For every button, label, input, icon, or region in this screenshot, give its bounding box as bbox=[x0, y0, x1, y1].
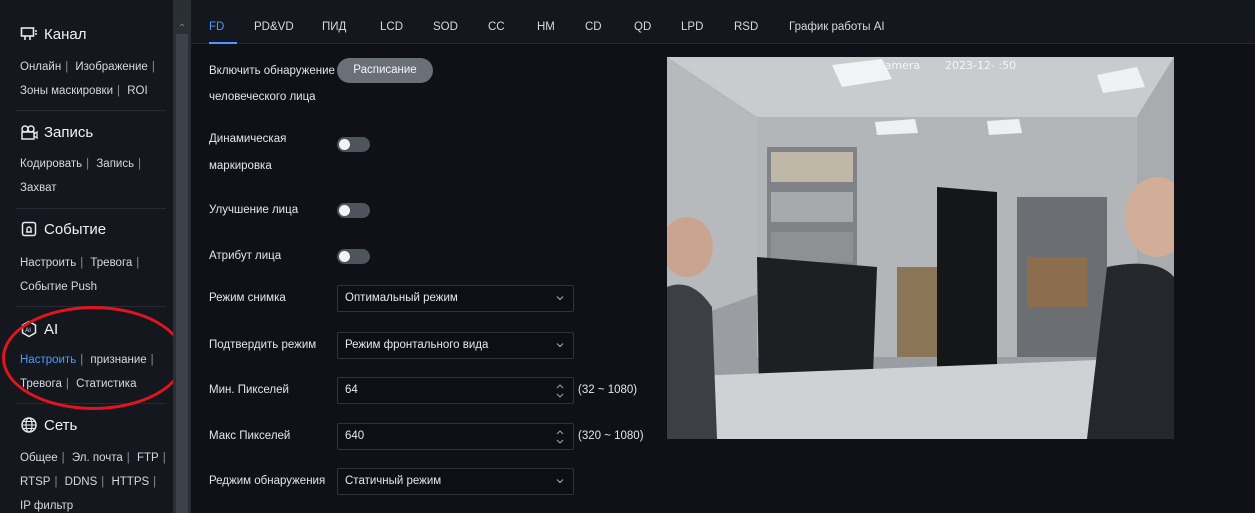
sidebar-link-online[interactable]: Онлайн bbox=[20, 61, 61, 73]
sidebar-link-ai-recognition[interactable]: признание bbox=[90, 354, 146, 366]
sidebar-link-capture[interactable]: Захват bbox=[20, 182, 56, 194]
spinner-icon[interactable] bbox=[556, 380, 564, 402]
min-pixels-label: Мин. Пикселей bbox=[209, 384, 289, 396]
channel-icon bbox=[20, 27, 37, 40]
sidebar-divider bbox=[16, 403, 166, 404]
sidebar-section-channel[interactable]: Канал bbox=[20, 25, 86, 43]
sidebar-section-event[interactable]: Событие bbox=[20, 220, 106, 238]
sidebar-divider bbox=[16, 306, 166, 307]
camera-scene bbox=[667, 57, 1174, 439]
tab-ai-schedule[interactable]: График работы AI bbox=[789, 21, 885, 33]
sidebar-link-email[interactable]: Эл. почта bbox=[72, 452, 123, 464]
sidebar-link-image[interactable]: Изображение bbox=[75, 61, 147, 73]
sidebar-link-event-push[interactable]: Событие Push bbox=[20, 281, 97, 293]
tab-sod[interactable]: SOD bbox=[433, 21, 458, 33]
max-pixels-label: Макс Пикселей bbox=[209, 430, 291, 442]
tab-pd-vd[interactable]: PD&VD bbox=[254, 21, 294, 33]
sidebar-link-ai-statistics[interactable]: Статистика bbox=[76, 378, 136, 390]
chevron-down-icon bbox=[556, 343, 564, 348]
enable-face-detection-label-1: Включить обнаружение bbox=[209, 65, 335, 77]
tab-qd[interactable]: QD bbox=[634, 21, 651, 33]
chevron-down-icon bbox=[556, 479, 564, 484]
sidebar-section-event-title: Событие bbox=[44, 220, 107, 238]
max-pixels-value: 640 bbox=[345, 430, 365, 442]
sidebar-network-links: Общее | Эл. почта | FTP | RTSP | DDNS | HTTPS… bbox=[20, 452, 166, 512]
tab-cc[interactable]: CC bbox=[488, 21, 505, 33]
sidebar-ai-links: Настроить | признание | Тревога | Статистик… bbox=[20, 354, 154, 390]
sidebar-link-https[interactable]: HTTPS bbox=[111, 476, 149, 488]
scroll-up-icon[interactable]: ⌃ bbox=[176, 24, 188, 34]
detect-mode-label: Реджим обнаружения bbox=[209, 475, 326, 487]
max-pixels-range: (320 ~ 1080) bbox=[578, 430, 644, 442]
dynamic-marking-label-1: Динамическая bbox=[209, 133, 287, 145]
sidebar-section-record[interactable]: Запись bbox=[20, 123, 93, 141]
enable-face-detection-label-2: человеческого лица bbox=[209, 91, 316, 103]
sidebar-section-network[interactable]: Сеть bbox=[20, 416, 77, 434]
sidebar-section-network-title: Сеть bbox=[44, 416, 78, 434]
tab-cd[interactable]: CD bbox=[585, 21, 602, 33]
sidebar-link-roi[interactable]: ROI bbox=[127, 85, 147, 97]
sidebar-link-privacy-zones[interactable]: Зоны маскировки bbox=[20, 85, 113, 97]
sidebar-link-general[interactable]: Общее bbox=[20, 452, 58, 464]
face-attribute-label: Атрибут лица bbox=[209, 250, 282, 262]
sidebar-link-rtsp[interactable]: RTSP bbox=[20, 476, 50, 488]
face-enhance-toggle[interactable] bbox=[337, 203, 370, 218]
dynamic-marking-label-2: маркировка bbox=[209, 160, 272, 172]
sidebar-channel-links: Онлайн | Изображение | Зоны маскировки | RO… bbox=[20, 61, 155, 97]
scroll-thumb[interactable] bbox=[176, 34, 188, 513]
sidebar-link-ftp[interactable]: FTP bbox=[137, 452, 159, 464]
snap-mode-label: Режим снимка bbox=[209, 292, 286, 304]
max-pixels-input[interactable]: 640 bbox=[337, 423, 574, 450]
sidebar-section-ai-title: AI bbox=[44, 320, 59, 338]
sidebar-section-ai[interactable]: AI AI bbox=[20, 320, 58, 338]
sidebar-section-channel-title: Канал bbox=[44, 25, 87, 43]
face-attribute-toggle[interactable] bbox=[337, 249, 370, 264]
sidebar-link-ai-setup[interactable]: Настроить bbox=[20, 354, 76, 366]
sidebar-record-links: Кодировать | Запись | Захват bbox=[20, 158, 142, 194]
sidebar-event-links: Настроить | Тревога | Событие Push bbox=[20, 257, 140, 293]
spinner-icon[interactable] bbox=[556, 426, 564, 448]
sidebar-link-record[interactable]: Запись bbox=[96, 158, 134, 170]
record-icon bbox=[21, 125, 38, 140]
chevron-down-icon bbox=[556, 296, 564, 301]
snap-mode-value: Оптимальный режим bbox=[345, 292, 458, 304]
tab-lpd[interactable]: LPD bbox=[681, 21, 703, 33]
sidebar-scrollbar[interactable]: ⌃ bbox=[173, 0, 191, 513]
sidebar-link-ip-filter[interactable]: IP фильтр bbox=[20, 500, 73, 512]
sidebar-link-ddns[interactable]: DDNS bbox=[65, 476, 98, 488]
sidebar-link-event-alarm[interactable]: Тревога bbox=[90, 257, 132, 269]
sidebar-link-event-setup[interactable]: Настроить bbox=[20, 257, 76, 269]
min-pixels-input[interactable]: 64 bbox=[337, 377, 574, 404]
sidebar-section-record-title: Запись bbox=[44, 123, 94, 141]
confirm-mode-value: Режим фронтального вида bbox=[345, 339, 489, 351]
tab-pid[interactable]: ПИД bbox=[322, 21, 346, 33]
sidebar-link-encode[interactable]: Кодировать bbox=[20, 158, 82, 170]
sidebar-link-ai-alarm[interactable]: Тревога bbox=[20, 378, 62, 390]
dynamic-marking-toggle[interactable] bbox=[337, 137, 370, 152]
sidebar-divider bbox=[16, 208, 166, 209]
snap-mode-select[interactable]: Оптимальный режим bbox=[337, 285, 574, 312]
tab-lcd[interactable]: LCD bbox=[380, 21, 403, 33]
confirm-mode-select[interactable]: Режим фронтального вида bbox=[337, 332, 574, 359]
schedule-button[interactable]: Расписание bbox=[337, 58, 433, 83]
min-pixels-range: (32 ~ 1080) bbox=[578, 384, 638, 396]
sidebar: Канал Онлайн | Изображение | Зоны маскиров… bbox=[0, 0, 185, 513]
network-icon bbox=[21, 417, 37, 433]
detect-mode-select[interactable]: Статичный режим bbox=[337, 468, 574, 495]
tab-hm[interactable]: HM bbox=[537, 21, 555, 33]
sidebar-divider bbox=[16, 110, 166, 111]
camera-preview[interactable]: Camera 2023-12- :50 bbox=[667, 57, 1174, 439]
min-pixels-value: 64 bbox=[345, 384, 358, 396]
confirm-mode-label: Подтвердить режим bbox=[209, 339, 317, 351]
ai-icon: AI bbox=[21, 320, 37, 338]
tab-rsd[interactable]: RSD bbox=[734, 21, 758, 33]
tab-fd[interactable]: FD bbox=[209, 21, 224, 33]
osd-camera-name: Camera bbox=[877, 59, 921, 72]
face-enhance-label: Улучшение лица bbox=[209, 204, 299, 216]
osd-timestamp: 2023-12- :50 bbox=[945, 59, 1017, 72]
detect-mode-value: Статичный режим bbox=[345, 475, 442, 487]
event-icon bbox=[21, 221, 37, 237]
tab-bar bbox=[191, 0, 1255, 44]
svg-text:AI: AI bbox=[25, 328, 31, 334]
